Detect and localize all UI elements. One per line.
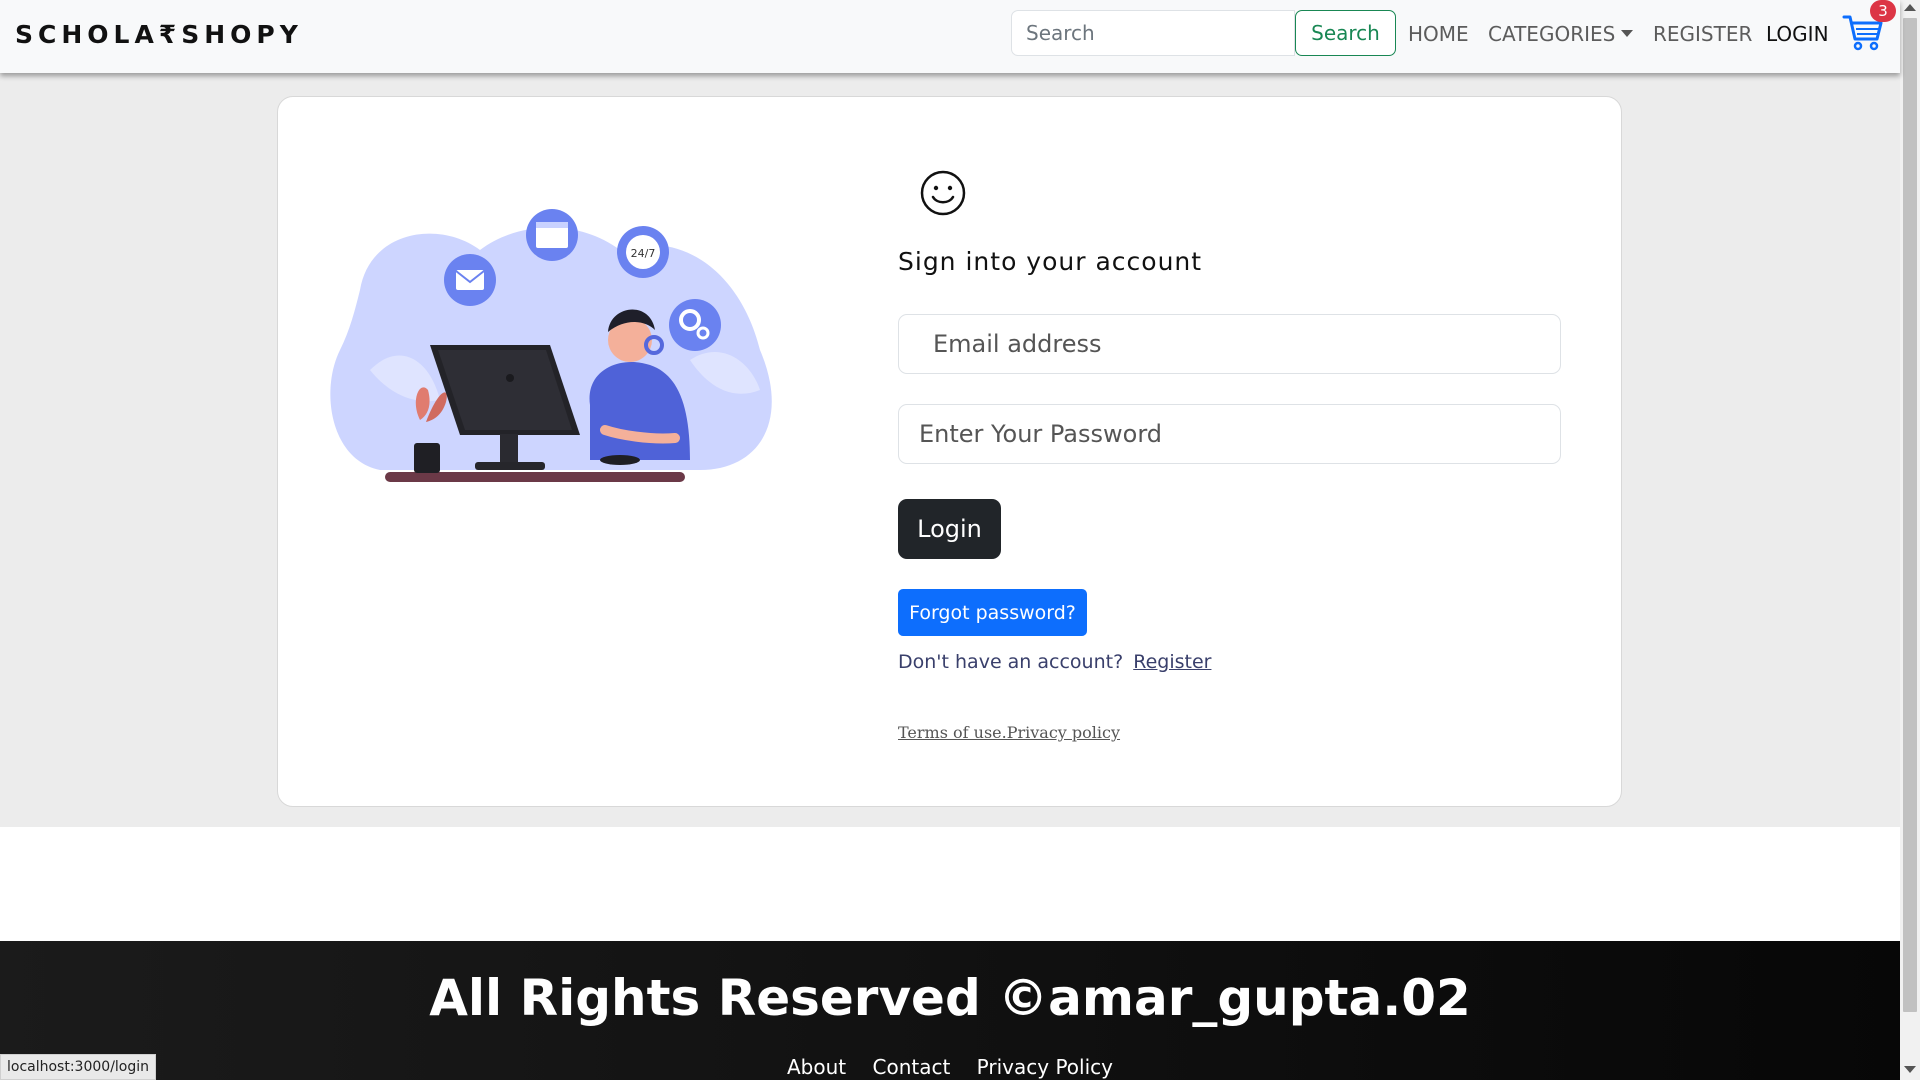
footer-link-privacy[interactable]: Privacy Policy (977, 1055, 1113, 1079)
footer-link-contact[interactable]: Contact (873, 1055, 951, 1079)
nav-categories-label: CATEGORIES (1488, 22, 1616, 46)
terms-privacy-link[interactable]: Terms of use.Privacy policy (898, 723, 1120, 742)
page-spacer (0, 827, 1900, 941)
page: SCHOLA₹SHOPY Search HOME CATEGORIES REGI… (0, 0, 1920, 1080)
scroll-up-arrow-icon[interactable] (1904, 4, 1916, 11)
cart-count-badge: 3 (1870, 0, 1896, 22)
email-field[interactable] (898, 314, 1561, 374)
nav-login[interactable]: LOGIN (1766, 22, 1829, 46)
support-illustration: 24/7 (330, 209, 772, 482)
register-link[interactable]: Register (1133, 651, 1211, 673)
footer-links: About Contact Privacy Policy (0, 1055, 1900, 1079)
scroll-down-arrow-icon[interactable] (1904, 1066, 1916, 1073)
login-button[interactable]: Login (898, 499, 1001, 559)
scrollbar-thumb[interactable] (1903, 18, 1917, 1012)
brand-logo[interactable]: SCHOLA₹SHOPY (15, 20, 303, 49)
chevron-down-icon (1621, 30, 1634, 37)
password-field[interactable] (898, 404, 1561, 464)
login-title: Sign into your account (898, 247, 1203, 276)
nav-home[interactable]: HOME (1408, 22, 1469, 46)
forgot-password-button[interactable]: Forgot password? (898, 589, 1087, 636)
footer: All Rights Reserved ©amar_gupta.02 About… (0, 941, 1900, 1080)
navbar: SCHOLA₹SHOPY Search HOME CATEGORIES REGI… (0, 0, 1900, 73)
register-prompt: Don't have an account? Register (898, 651, 1211, 673)
svg-text:24/7: 24/7 (631, 247, 656, 260)
status-bar-url: localhost:3000/login (0, 1054, 157, 1080)
footer-copyright: All Rights Reserved ©amar_gupta.02 (429, 969, 1471, 1027)
footer-link-about[interactable]: About (787, 1055, 846, 1079)
no-account-text: Don't have an account? (898, 651, 1124, 673)
smile-icon (920, 170, 966, 216)
nav-register[interactable]: REGISTER (1653, 22, 1752, 46)
search-button[interactable]: Search (1295, 10, 1396, 56)
nav-categories[interactable]: CATEGORIES (1488, 22, 1634, 46)
search-input[interactable] (1011, 10, 1295, 56)
